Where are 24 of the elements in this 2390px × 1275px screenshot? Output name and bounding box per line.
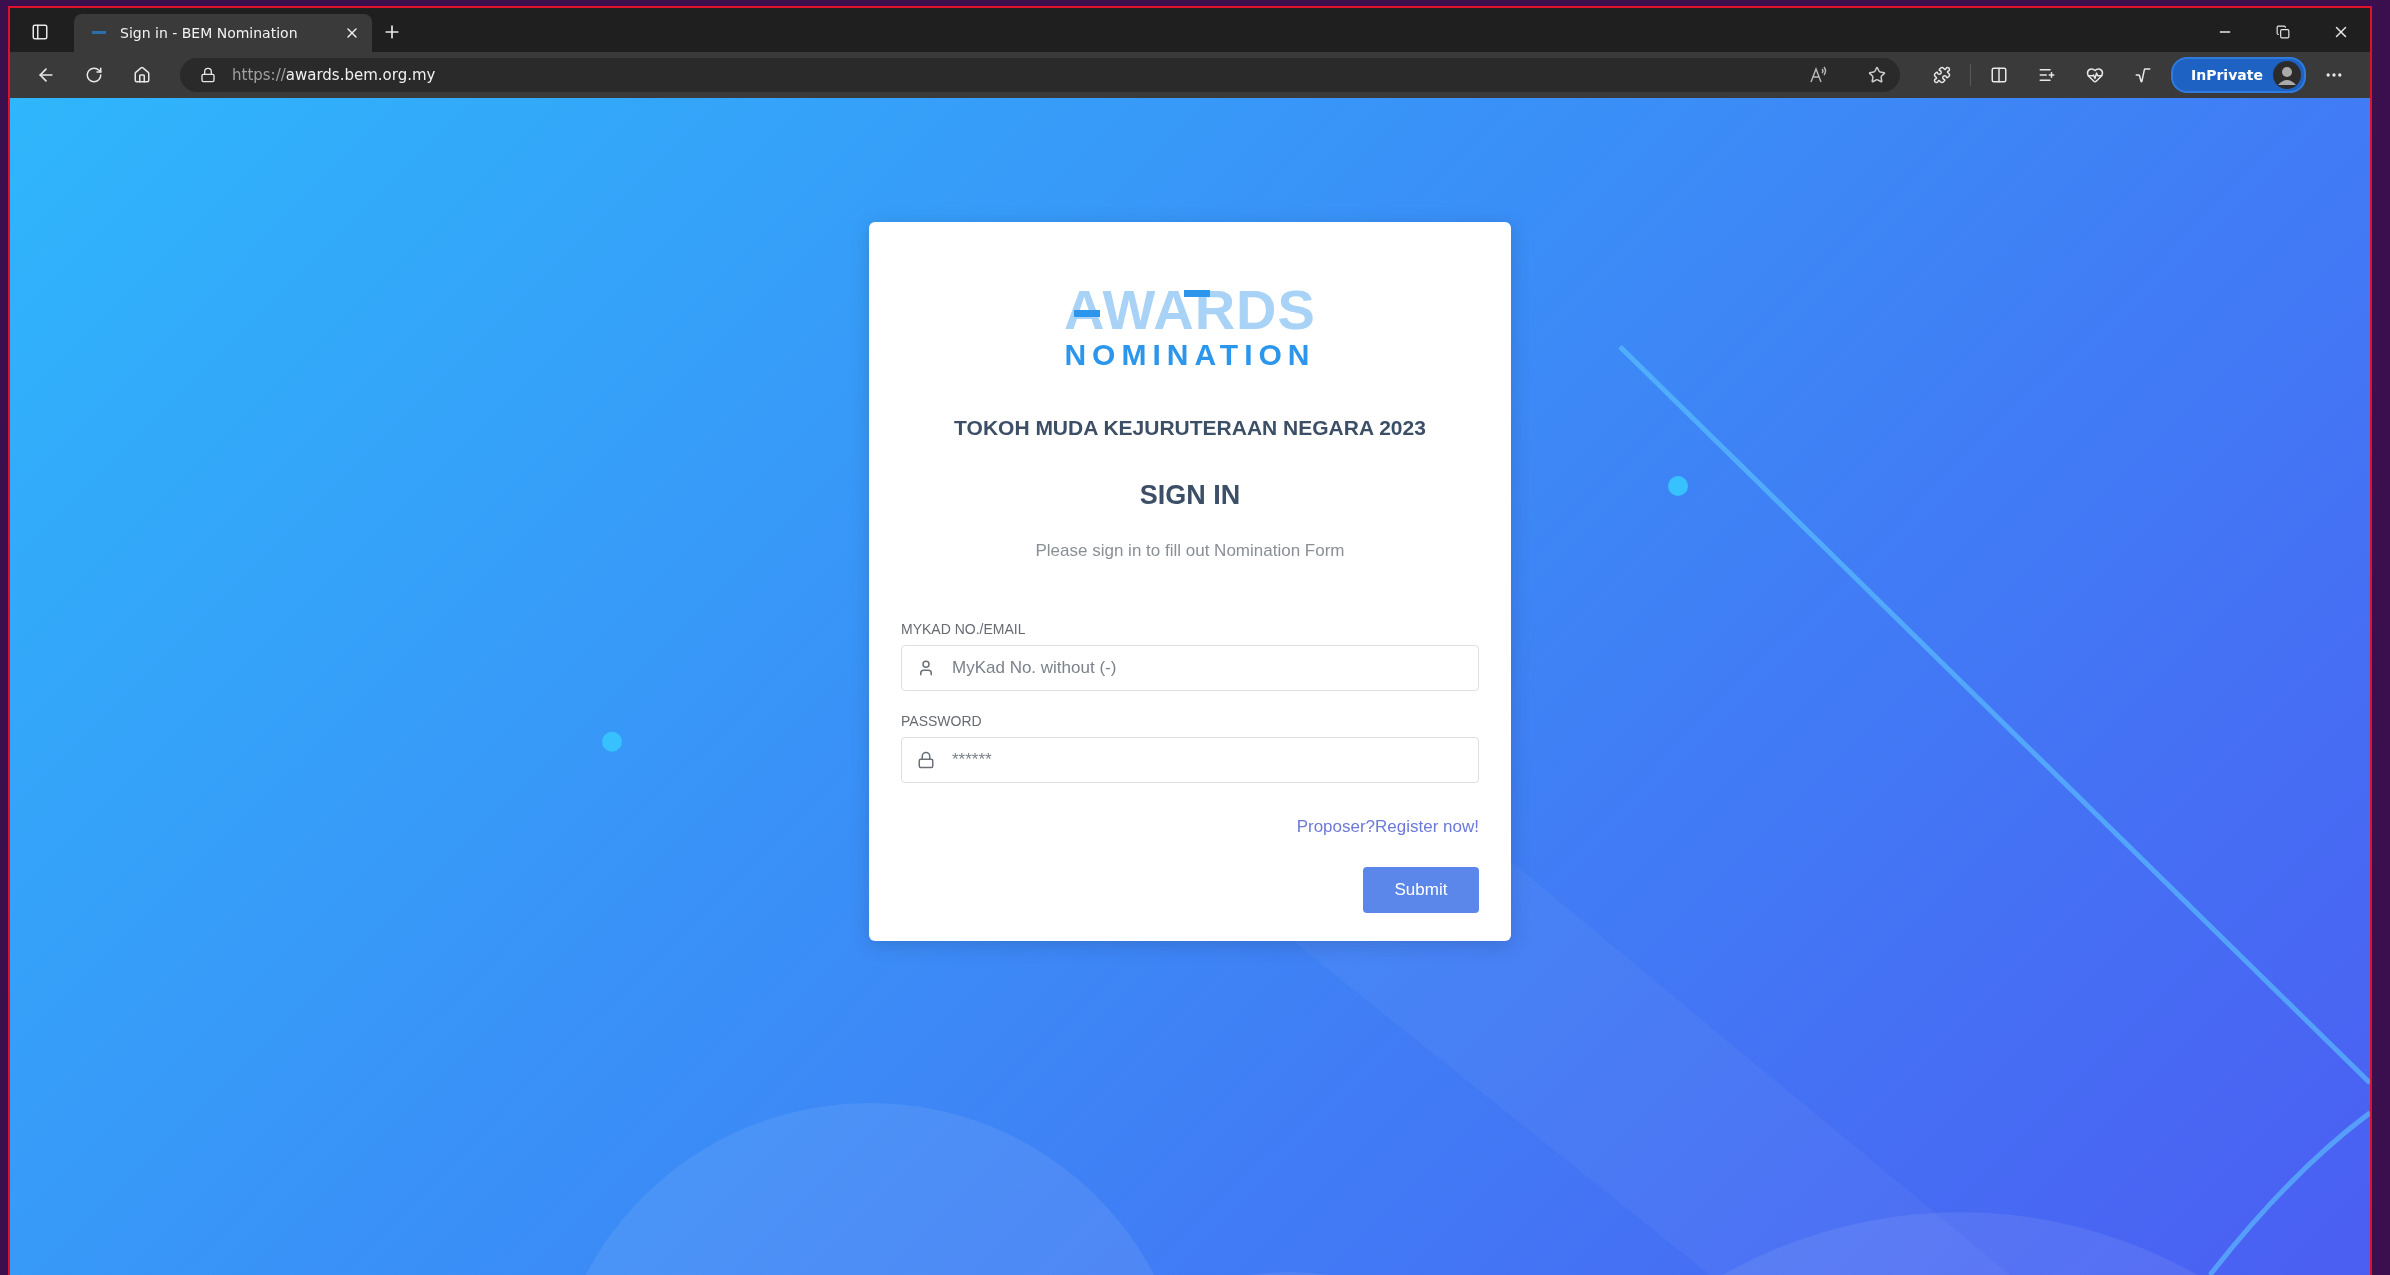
inprivate-button[interactable]: InPrivate bbox=[2171, 57, 2306, 93]
decorative-dot bbox=[1668, 476, 1688, 496]
field-label: MYKAD NO./EMAIL bbox=[901, 621, 1027, 637]
submit-button[interactable]: Submit bbox=[1363, 867, 1479, 913]
favorite-star-icon[interactable] bbox=[1868, 66, 1886, 84]
browser-tab[interactable]: Sign in - BEM Nomination bbox=[74, 14, 372, 52]
password-field[interactable]: ****** bbox=[901, 737, 1479, 783]
register-link[interactable]: Proposer?Register now! bbox=[1296, 817, 1479, 837]
event-title: TOKOH MUDA KEJURUTERAAN NEGARA 2023 bbox=[954, 416, 1426, 440]
user-icon bbox=[917, 659, 935, 677]
avatar-icon bbox=[2272, 61, 2301, 89]
read-aloud-icon[interactable] bbox=[1808, 65, 1828, 85]
sign-in-subtitle: Please sign in to fill out Nomination Form bbox=[1035, 541, 1345, 561]
lock-icon bbox=[200, 67, 216, 83]
favicon-icon bbox=[92, 31, 106, 35]
input-field[interactable]: MyKad No. without (-) bbox=[901, 645, 1479, 691]
address-bar[interactable]: https://awards.bem.org.my bbox=[180, 58, 1900, 92]
decorative-dot bbox=[602, 731, 622, 752]
tab-title: Sign in - BEM Nomination bbox=[120, 25, 299, 41]
field-label: PASSWORD bbox=[901, 713, 983, 729]
awards-nomination-logo: AWARDS NOMINATION bbox=[1064, 282, 1316, 370]
sign-in-heading: SIGN IN bbox=[1139, 480, 1241, 511]
lock-icon bbox=[917, 751, 935, 769]
url-text: https://awards.bem.org.my bbox=[232, 66, 437, 84]
